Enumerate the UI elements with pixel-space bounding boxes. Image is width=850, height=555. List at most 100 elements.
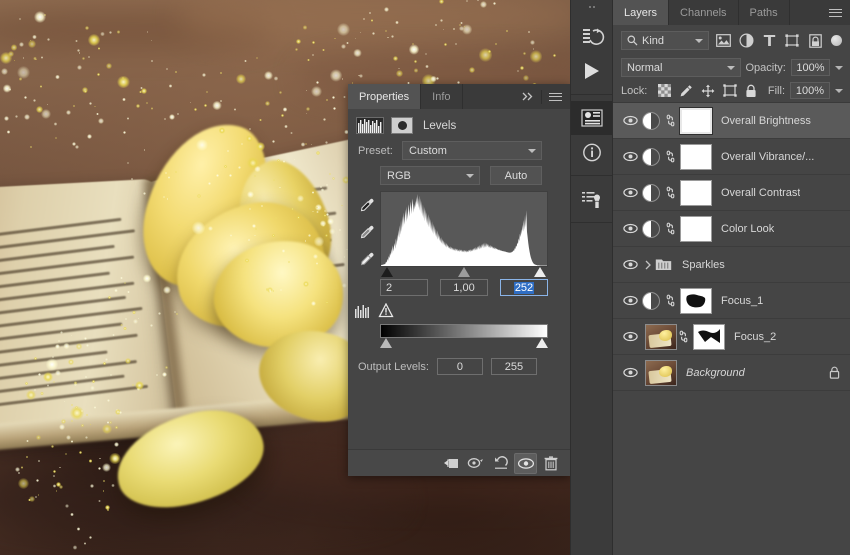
layer-mask-thumbnail[interactable] [680,215,712,242]
layer-mask-thumbnail[interactable] [679,106,713,135]
midtone-input-field[interactable]: 1,00 [440,279,488,296]
output-black-handle[interactable] [380,338,392,348]
layer-visibility-toggle[interactable] [618,367,642,378]
lock-artboard-nesting-icon[interactable] [723,84,737,97]
shape-layer-filter-icon[interactable] [783,32,801,50]
fill-field[interactable]: 100% [790,82,830,99]
mask-link-icon[interactable] [664,114,677,127]
output-black-field[interactable]: 0 [436,358,483,375]
libraries-panel-icon[interactable] [571,182,613,216]
toggle-layer-visibility-button[interactable] [514,452,537,474]
layer-thumbnail[interactable] [645,359,677,386]
chevron-double-right-icon[interactable] [522,91,534,102]
shadow-input-handle[interactable] [381,267,394,277]
layer-list[interactable]: Overall Brightness Overall Vibrance/... Ov… [613,102,850,391]
clip-to-layer-icon[interactable] [354,304,374,318]
delete-adjustment-button[interactable] [539,453,562,474]
panel-menu-icon[interactable] [549,90,562,103]
layer-mask-thumbnail[interactable] [680,143,712,170]
midtone-input-handle[interactable] [458,267,471,277]
collapsed-panel-dock[interactable] [570,0,613,555]
adjustments-panel-icon[interactable] [571,101,613,135]
clip-to-layer-button[interactable] [439,453,462,474]
table-row[interactable]: Color Look [613,211,850,247]
fill-stepper-icon[interactable] [835,88,843,93]
output-levels-slider[interactable] [380,338,548,350]
tab-paths[interactable]: Paths [738,0,790,25]
clipping-warning-icon[interactable] [378,302,394,318]
adjustment-layer-thumbnail[interactable] [642,219,660,238]
layer-mask-thumbnail[interactable] [680,179,712,206]
layers-tab-bar[interactable]: Layers Channels Paths [613,0,850,25]
input-levels-slider[interactable] [380,267,548,279]
lock-all-icon[interactable] [745,84,757,98]
white-point-eyedropper-icon[interactable] [358,251,375,268]
table-row[interactable]: Background [613,355,850,391]
channel-select[interactable]: RGB [380,166,480,185]
tab-channels[interactable]: Channels [669,0,739,25]
table-row[interactable]: Focus_1 [613,283,850,319]
layer-visibility-toggle[interactable] [618,295,642,306]
view-previous-state-button[interactable] [464,453,487,474]
properties-panel[interactable]: Properties Info Levels Preset: Custom RG… [348,84,570,476]
levels-histogram[interactable] [380,191,548,267]
mask-link-icon[interactable] [664,186,677,199]
table-row[interactable]: Sparkles [613,247,850,283]
info-panel-icon[interactable] [571,135,613,169]
mask-link-icon[interactable] [664,294,677,307]
table-row[interactable]: Focus_2 [613,319,850,355]
filter-kind-select[interactable]: Kind [621,31,709,50]
adjustment-layer-thumbnail[interactable] [642,183,660,202]
adjustment-layer-thumbnail[interactable] [642,291,660,310]
highlight-input-field[interactable]: 252 [500,279,548,296]
table-row[interactable]: Overall Contrast [613,175,850,211]
blend-mode-select[interactable]: Normal [621,58,741,77]
table-row[interactable]: Overall Brightness [613,103,850,139]
mask-link-icon[interactable] [677,330,690,343]
pixel-layer-filter-icon[interactable] [714,32,732,50]
table-row[interactable]: Overall Vibrance/... [613,139,850,175]
layer-thumbnail[interactable] [645,323,677,350]
output-white-field[interactable]: 255 [490,358,537,375]
lock-transparent-pixels-icon[interactable] [658,84,672,97]
adjustment-layer-thumbnail[interactable] [642,111,660,130]
highlight-input-handle[interactable] [534,267,547,277]
opacity-stepper-icon[interactable] [835,65,843,70]
history-panel-icon[interactable] [571,20,613,54]
shadow-input-field[interactable]: 2 [380,279,428,296]
layers-panel[interactable]: Layers Channels Paths Kind Normal Opacit… [612,0,850,555]
layer-mask-thumbnail[interactable] [693,323,725,350]
properties-tab-bar[interactable]: Properties Info [348,84,570,109]
lock-position-icon[interactable] [701,84,715,98]
auto-button[interactable]: Auto [490,166,542,185]
lock-image-pixels-icon[interactable] [679,84,693,98]
black-point-eyedropper-icon[interactable] [358,197,375,214]
group-expand-arrow[interactable] [642,260,654,270]
reset-adjustment-button[interactable] [489,453,512,474]
layer-visibility-toggle[interactable] [618,223,642,234]
gray-point-eyedropper-icon[interactable] [358,224,375,241]
adjustment-layer-thumbnail[interactable] [642,147,660,166]
tab-layers[interactable]: Layers [613,0,670,25]
layer-mask-thumbnail[interactable] [680,287,712,314]
adjustment-layer-filter-icon[interactable] [737,32,755,50]
layer-visibility-toggle[interactable] [618,187,642,198]
panel-menu-icon[interactable] [829,6,842,19]
tab-info[interactable]: Info [421,84,463,109]
layer-visibility-toggle[interactable] [618,151,642,162]
panel-drag-grip[interactable] [571,0,612,14]
actions-play-icon[interactable] [571,54,613,88]
type-layer-filter-icon[interactable] [760,32,778,50]
mask-link-icon[interactable] [664,222,677,235]
properties-footer[interactable] [348,449,570,476]
layer-visibility-toggle[interactable] [618,259,642,270]
preset-select[interactable]: Custom [402,141,542,160]
layer-visibility-toggle[interactable] [618,115,642,126]
tab-properties[interactable]: Properties [348,84,422,109]
output-white-handle[interactable] [536,338,548,348]
mask-link-icon[interactable] [664,150,677,163]
layer-visibility-toggle[interactable] [618,331,642,342]
opacity-field[interactable]: 100% [790,59,830,76]
smart-object-filter-icon[interactable] [806,32,824,50]
filter-enable-toggle[interactable] [831,35,842,46]
